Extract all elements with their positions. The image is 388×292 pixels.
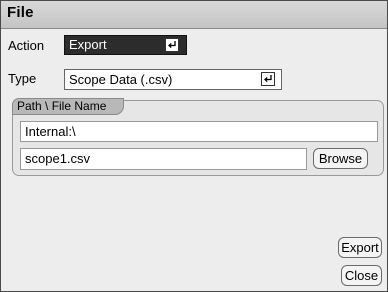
- enter-icon: [165, 38, 179, 52]
- file-dialog: File Action Export Type Scope Data (.csv…: [0, 0, 388, 292]
- browse-button[interactable]: Browse: [313, 148, 368, 169]
- type-value: Scope Data (.csv): [69, 72, 173, 87]
- action-dropdown[interactable]: Export: [64, 35, 187, 55]
- export-button[interactable]: Export: [338, 237, 382, 258]
- path-value: Internal:\: [25, 124, 76, 139]
- action-value: Export: [69, 37, 107, 52]
- enter-icon: [261, 72, 275, 86]
- path-field[interactable]: Internal:\: [20, 121, 378, 142]
- dialog-title: File: [7, 4, 34, 21]
- path-file-group-title: Path \ File Name: [12, 98, 124, 115]
- file-name-value: scope1.csv: [25, 151, 91, 166]
- type-label: Type: [8, 71, 37, 86]
- type-dropdown[interactable]: Scope Data (.csv): [64, 69, 282, 90]
- file-name-input[interactable]: scope1.csv: [20, 148, 307, 170]
- close-button[interactable]: Close: [341, 265, 382, 286]
- action-label: Action: [8, 38, 45, 53]
- title-bar: File: [1, 1, 387, 29]
